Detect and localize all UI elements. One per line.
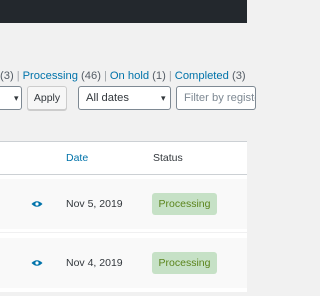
separator: | xyxy=(16,70,20,82)
status-link-completed-count: (3) xyxy=(231,70,246,82)
bulk-actions-select[interactable]: ▾ xyxy=(0,86,22,110)
customer-filter-input[interactable]: Filter by registe xyxy=(176,86,256,110)
eye-icon[interactable] xyxy=(31,259,43,267)
chevron-down-icon: ▾ xyxy=(161,93,166,103)
table-row[interactable]: Nov 5, 2019 Processing xyxy=(0,179,247,229)
separator: | xyxy=(103,70,107,82)
row-divider xyxy=(0,232,247,233)
status-link-completed[interactable]: Completed xyxy=(175,70,229,82)
status-link-processing-count: (46) xyxy=(81,70,101,82)
status-link-on-hold[interactable]: On hold xyxy=(110,70,149,82)
filters-bar: ▾ Apply All dates ▾ Filter by registe xyxy=(0,86,256,111)
status-link-all-count[interactable]: (3) xyxy=(0,70,14,82)
chevron-down-icon: ▾ xyxy=(14,93,19,103)
admin-top-bar xyxy=(0,0,247,23)
eye-icon[interactable] xyxy=(31,200,43,208)
table-row[interactable]: Nov 4, 2019 Processing xyxy=(0,238,247,288)
customer-filter-placeholder: Filter by registe xyxy=(184,92,256,104)
order-date: Nov 5, 2019 xyxy=(66,198,123,210)
column-header-status: Status xyxy=(153,152,183,164)
status-link-on-hold-count: (1) xyxy=(152,70,166,82)
separator: | xyxy=(168,70,172,82)
column-header-date[interactable]: Date xyxy=(66,152,88,165)
status-badge: Processing xyxy=(152,193,217,215)
dates-select-value: All dates xyxy=(86,92,129,104)
apply-button[interactable]: Apply xyxy=(27,86,67,110)
separator: | xyxy=(246,70,247,82)
orders-table: Date Status Nov 5, 2019 Processing Nov 4… xyxy=(0,141,247,296)
table-header: Date Status xyxy=(0,142,247,175)
status-badge: Processing xyxy=(152,252,217,274)
status-link-processing[interactable]: Processing xyxy=(23,70,78,82)
order-date: Nov 4, 2019 xyxy=(66,257,123,269)
order-status-filter-links: (3) | Processing (46) | On hold (1) | Complete… xyxy=(0,69,247,83)
dates-select[interactable]: All dates ▾ xyxy=(78,86,171,110)
table-bottom-band xyxy=(0,292,247,296)
